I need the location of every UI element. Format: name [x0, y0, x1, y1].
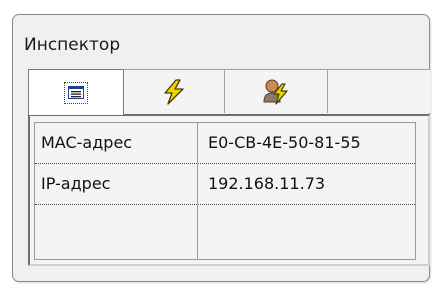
empty-table-area	[35, 205, 415, 259]
tab-strip	[28, 69, 430, 115]
tab-user-events[interactable]	[224, 69, 328, 113]
property-table: MAC-адрес E0-CB-4E-50-81-55 IP-адрес 192…	[34, 122, 416, 260]
table-row[interactable]: MAC-адрес E0-CB-4E-50-81-55	[35, 123, 415, 164]
tab-properties[interactable]	[28, 69, 124, 115]
panel-title: Инспектор	[24, 35, 121, 55]
column-divider	[35, 205, 198, 259]
tab-events[interactable]	[123, 69, 225, 113]
lightning-icon	[164, 78, 184, 105]
table-row[interactable]: IP-адрес 192.168.11.73	[35, 164, 415, 205]
property-name: IP-адрес	[35, 164, 198, 204]
list-icon	[64, 81, 88, 104]
tab-empty-area	[327, 69, 430, 113]
property-name: MAC-адрес	[35, 123, 198, 163]
property-value: E0-CB-4E-50-81-55	[208, 133, 361, 152]
user-lightning-icon	[263, 79, 288, 105]
property-value: 192.168.11.73	[208, 174, 326, 193]
property-grid: MAC-адрес E0-CB-4E-50-81-55 IP-адрес 192…	[28, 114, 430, 266]
